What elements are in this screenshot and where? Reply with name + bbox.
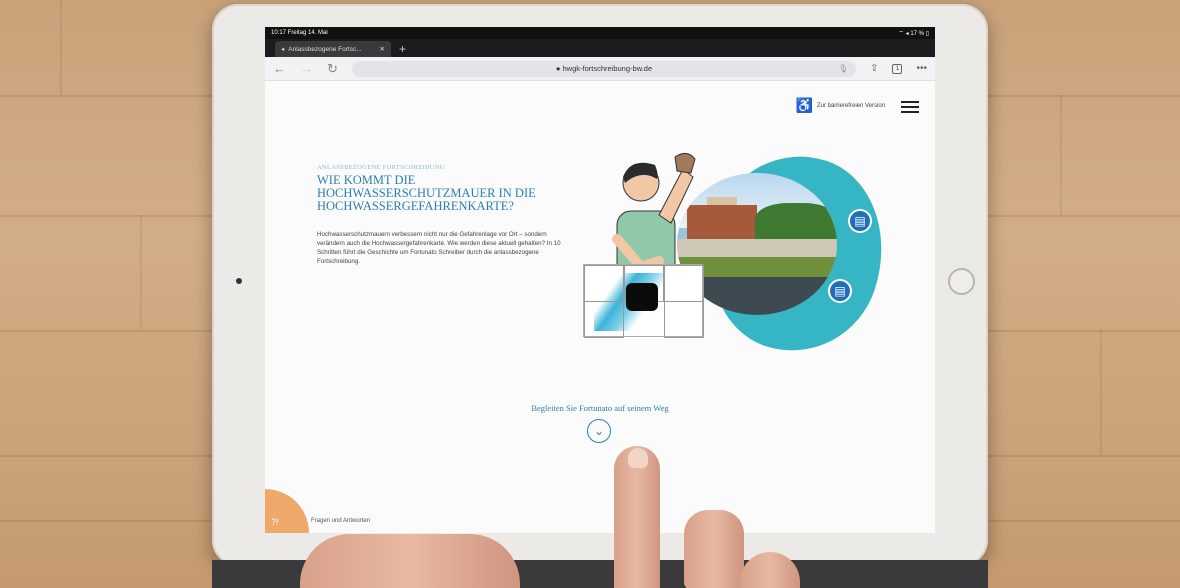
browser-tab[interactable]: ◂ Anlassbezogene Fortsc... ✕	[275, 41, 391, 57]
missing-puzzle-piece	[626, 283, 658, 311]
left-hand	[300, 534, 520, 588]
more-icon[interactable]: •••	[916, 63, 927, 74]
status-indicators: ⌔ ◂ 17 % ▯	[898, 31, 929, 37]
document-icon[interactable]: ▤	[828, 279, 852, 303]
back-icon[interactable]: ←	[273, 61, 286, 76]
page-kicker: ANLASSBEZOGENE FORTSCHREIBUNG	[317, 164, 445, 171]
forward-icon[interactable]: →	[300, 61, 313, 76]
cta-text[interactable]: Begleiten Sie Fortunato auf seinem Weg	[265, 403, 935, 413]
ipad-screen: 10:17 Freitag 14. Mai ⌔ ◂ 17 % ▯ ◂ Anlas…	[265, 27, 935, 533]
web-page: ♿ Zur barrierefreien Version ANLASSBEZOG…	[265, 81, 935, 533]
scroll-down-button[interactable]: ⌄	[587, 419, 611, 443]
accessibility-link[interactable]: ♿ Zur barrierefreien Version	[796, 97, 885, 114]
tab-bar: ◂ Anlassbezogene Fortsc... ✕ +	[265, 39, 935, 57]
tab-title: Anlassbezogene Fortsc...	[288, 45, 362, 53]
document-icon[interactable]: ▤	[848, 209, 872, 233]
fingernail	[628, 448, 648, 468]
share-icon[interactable]: ⇪	[870, 63, 878, 74]
status-time: 10:17 Freitag 14. Mai	[271, 30, 328, 36]
menu-icon[interactable]	[901, 101, 919, 116]
status-bar: 10:17 Freitag 14. Mai ⌔ ◂ 17 % ▯	[265, 27, 935, 39]
faq-label[interactable]: Fragen und Antworten	[311, 518, 370, 524]
page-title: WIE KOMMT DIE HOCHWASSERSCHUTZMAUER IN D…	[317, 173, 536, 213]
right-hand-finger	[684, 510, 744, 588]
accessibility-icon: ♿	[795, 97, 813, 113]
url-field[interactable]: ● hwgk-fortschreibung-bw.de 🎙	[351, 60, 857, 77]
url-text: ● hwgk-fortschreibung-bw.de	[555, 64, 653, 73]
home-button[interactable]	[948, 268, 975, 295]
faq-button[interactable]: ?!	[265, 489, 309, 533]
page-lead: Hochwasserschutzmauern verbessern nicht …	[317, 231, 561, 265]
microphone-icon[interactable]: 🎙	[838, 64, 848, 73]
puzzle-illustration	[583, 264, 704, 338]
accessibility-label: Zur barrierefreien Version	[816, 102, 885, 109]
address-bar: ← → ↻ ● hwgk-fortschreibung-bw.de 🎙 ⇪ 1 …	[265, 57, 935, 81]
close-tab-icon[interactable]: ✕	[380, 45, 385, 53]
faq-icon: ?!	[271, 517, 279, 527]
tabs-button[interactable]: 1	[892, 63, 903, 74]
reload-icon[interactable]: ↻	[327, 61, 338, 77]
ipad-camera	[236, 278, 242, 284]
new-tab-button[interactable]: +	[399, 41, 406, 57]
speaker-icon: ◂	[281, 46, 285, 53]
